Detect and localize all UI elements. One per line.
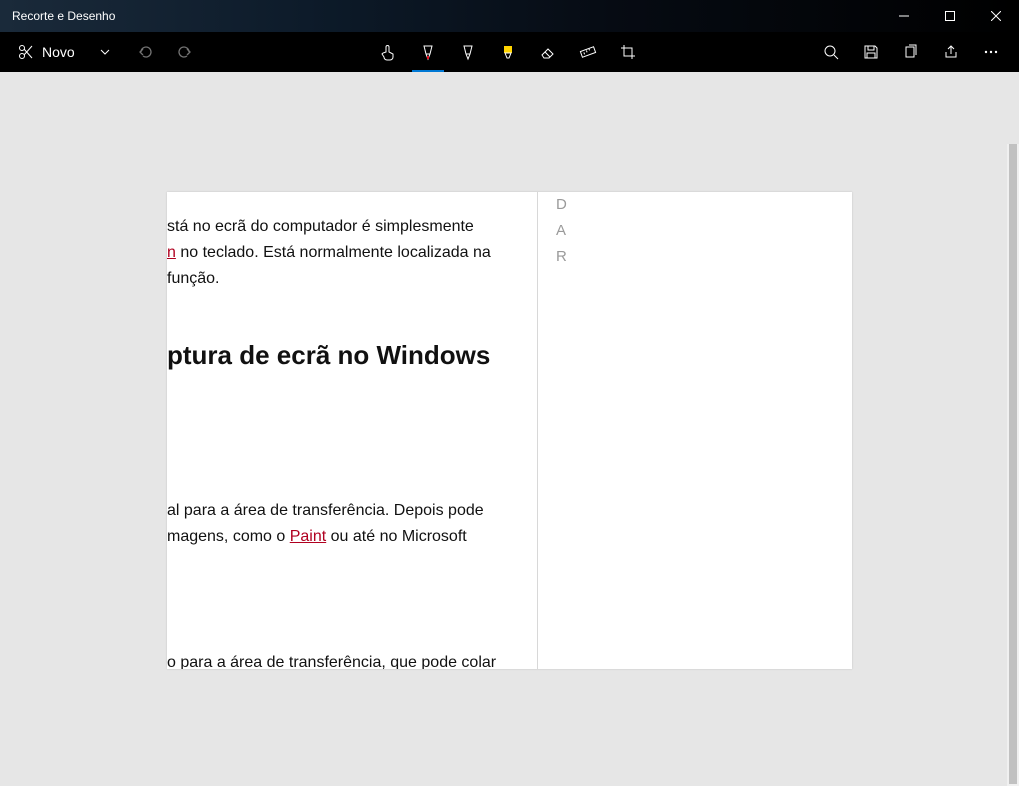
- window-controls: [881, 0, 1019, 32]
- toolbar: Novo: [0, 32, 1019, 72]
- redo-button[interactable]: [165, 32, 205, 72]
- highlighter-button[interactable]: [488, 32, 528, 72]
- redo-icon: [177, 44, 193, 60]
- text-line: o para a área de transferência, que pode…: [167, 650, 536, 669]
- close-icon: [991, 11, 1001, 21]
- share-button[interactable]: [931, 32, 971, 72]
- text-line: n no teclado. Está normalmente localizad…: [167, 240, 536, 266]
- snip-icon: [18, 44, 34, 60]
- pencil-icon: [459, 43, 477, 61]
- ruler-icon: [579, 43, 597, 61]
- sidebar-char: D: [556, 192, 852, 218]
- ballpoint-pen-icon: [419, 43, 437, 61]
- eraser-button[interactable]: [528, 32, 568, 72]
- snip-text-content: stá no ecrã do computador é simplesmente…: [167, 192, 536, 669]
- more-icon: [983, 44, 999, 60]
- zoom-icon: [823, 44, 839, 60]
- new-button-label: Novo: [42, 44, 75, 60]
- chevron-down-icon: [99, 46, 111, 58]
- close-button[interactable]: [973, 0, 1019, 32]
- share-icon: [943, 44, 959, 60]
- eraser-icon: [539, 43, 557, 61]
- sidebar-char: R: [556, 244, 852, 270]
- text-line: magens, como o Paint ou até no Microsoft: [167, 524, 536, 550]
- paint-link: Paint: [290, 528, 326, 545]
- ruler-button[interactable]: [568, 32, 608, 72]
- touch-writing-button[interactable]: [368, 32, 408, 72]
- vertical-scrollbar[interactable]: [1007, 144, 1019, 786]
- crop-button[interactable]: [608, 32, 648, 72]
- highlighter-icon: [499, 43, 517, 61]
- ballpoint-pen-button[interactable]: [408, 32, 448, 72]
- crop-icon: [619, 43, 637, 61]
- minimize-icon: [899, 11, 909, 21]
- text-line: al para a área de transferência. Depois …: [167, 498, 536, 524]
- sidebar-char: A: [556, 218, 852, 244]
- minimize-button[interactable]: [881, 0, 927, 32]
- app-title: Recorte e Desenho: [0, 9, 115, 23]
- copy-button[interactable]: [891, 32, 931, 72]
- maximize-icon: [945, 11, 955, 21]
- titlebar: Recorte e Desenho: [0, 0, 1019, 32]
- snip-sidebar: D A R: [537, 192, 852, 669]
- captured-snip: stá no ecrã do computador é simplesmente…: [167, 192, 852, 669]
- save-icon: [863, 44, 879, 60]
- maximize-button[interactable]: [927, 0, 973, 32]
- save-button[interactable]: [851, 32, 891, 72]
- pencil-button[interactable]: [448, 32, 488, 72]
- scroll-thumb[interactable]: [1009, 144, 1017, 784]
- text-line: função.: [167, 266, 536, 292]
- more-button[interactable]: [971, 32, 1011, 72]
- link-fragment: n: [167, 244, 176, 261]
- undo-button[interactable]: [125, 32, 165, 72]
- new-dropdown-button[interactable]: [85, 32, 125, 72]
- undo-icon: [137, 44, 153, 60]
- text-line: stá no ecrã do computador é simplesmente: [167, 214, 536, 240]
- new-button[interactable]: Novo: [8, 32, 85, 72]
- heading-text: ptura de ecrã no Windows: [167, 342, 536, 368]
- canvas-area[interactable]: stá no ecrã do computador é simplesmente…: [0, 72, 1019, 786]
- touch-icon: [379, 43, 397, 61]
- copy-icon: [903, 44, 919, 60]
- zoom-button[interactable]: [811, 32, 851, 72]
